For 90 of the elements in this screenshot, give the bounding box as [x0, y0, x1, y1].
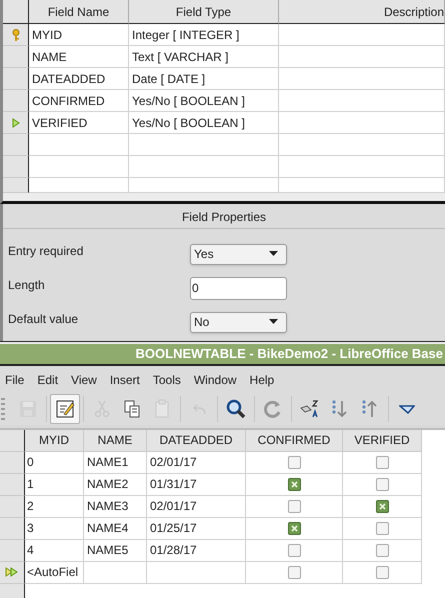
- checkbox[interactable]: [376, 566, 388, 579]
- column-header[interactable]: VERIFIED: [343, 430, 422, 452]
- row-header[interactable]: [0, 452, 25, 474]
- checkbox[interactable]: [376, 478, 388, 491]
- menu-item[interactable]: File: [5, 370, 24, 389]
- column-header[interactable]: CONFIRMED: [246, 430, 343, 452]
- row-header[interactable]: [3, 112, 29, 134]
- row-header[interactable]: [3, 90, 29, 112]
- corner-header: [0, 430, 25, 452]
- property-label: Entry required: [8, 243, 84, 260]
- row-header[interactable]: [0, 584, 25, 598]
- row-header[interactable]: [0, 540, 25, 562]
- cross-mark-icon: [290, 480, 298, 488]
- checkbox[interactable]: [288, 522, 300, 535]
- cross-mark-icon: [378, 502, 386, 510]
- edit-button[interactable]: [50, 394, 80, 424]
- table-cell: CONFIRMED: [29, 90, 129, 112]
- table-cell: Integer [ INTEGER ]: [129, 24, 279, 46]
- table-cell: 02/01/17: [147, 496, 246, 518]
- checkbox[interactable]: [376, 500, 388, 513]
- dropdown-arrow-icon: [269, 251, 278, 258]
- checkbox[interactable]: [288, 456, 300, 469]
- table-cell: Text [ VARCHAR ]: [129, 46, 279, 68]
- column-header[interactable]: DATEADDED: [147, 430, 246, 452]
- row-header[interactable]: [0, 562, 25, 584]
- table-cell: NAME1: [84, 452, 147, 474]
- table-cell: 2: [25, 496, 84, 518]
- property-label: Default value: [8, 311, 80, 328]
- table-cell: 01/31/17: [147, 474, 246, 496]
- table-cell: 3: [25, 518, 84, 540]
- cross-mark-icon: [290, 524, 298, 532]
- menu-item[interactable]: Window: [194, 370, 237, 389]
- input-field[interactable]: 0: [190, 276, 287, 300]
- window-title: BOOLNEWTABLE - BikeDemo2 - LibreOffice Base: [136, 345, 443, 364]
- section-title: Field Properties: [182, 208, 266, 226]
- row-header[interactable]: [0, 496, 25, 518]
- column-header[interactable]: Field Name: [29, 0, 129, 24]
- column-header[interactable]: Field Type: [129, 0, 279, 24]
- horizontal-scrollbar[interactable]: [0, 193, 445, 204]
- table-cell: MYID: [29, 24, 129, 46]
- table-cell: Yes/No [ BOOLEAN ]: [129, 90, 279, 112]
- table-cell: NAME: [29, 46, 129, 68]
- menu-item[interactable]: Edit: [37, 370, 58, 389]
- edit-icon: [54, 398, 76, 420]
- table-cell: 01/28/17: [147, 540, 246, 562]
- checkbox[interactable]: [376, 522, 388, 535]
- dropdown[interactable]: No: [190, 312, 287, 333]
- checkbox[interactable]: [376, 456, 388, 469]
- menu-item[interactable]: Help: [250, 370, 274, 389]
- menu-item[interactable]: Tools: [152, 370, 181, 389]
- menu-item[interactable]: Insert: [110, 370, 140, 389]
- row-header[interactable]: [3, 178, 29, 193]
- row-header[interactable]: [0, 518, 25, 540]
- table-cell: DATEADDED: [29, 68, 129, 90]
- dropdown[interactable]: Yes: [190, 244, 287, 265]
- table-cell: Yes/No [ BOOLEAN ]: [129, 112, 279, 134]
- row-header[interactable]: [0, 474, 25, 496]
- column-header[interactable]: MYID: [25, 430, 84, 452]
- checkbox[interactable]: [288, 500, 300, 513]
- table-cell: NAME2: [84, 474, 147, 496]
- checkbox[interactable]: [376, 544, 388, 557]
- table-cell: 0: [25, 452, 84, 474]
- corner-header: [3, 0, 29, 24]
- table-cell: NAME4: [84, 518, 147, 540]
- table-cell: NAME3: [84, 496, 147, 518]
- row-header[interactable]: [3, 68, 29, 90]
- table-cell: [84, 562, 147, 584]
- table-cell: 01/25/17: [147, 518, 246, 540]
- table-cell: 1: [25, 474, 84, 496]
- column-header[interactable]: Description: [279, 0, 445, 24]
- property-label: Length: [8, 277, 46, 294]
- checkbox[interactable]: [288, 478, 300, 491]
- table-cell: 02/01/17: [147, 452, 246, 474]
- toolbar-grip-icon[interactable]: [1, 397, 5, 422]
- row-header[interactable]: [3, 46, 29, 68]
- table-cell: <AutoFiel: [25, 562, 84, 584]
- row-header[interactable]: [3, 24, 29, 46]
- search-icon: [225, 398, 247, 420]
- table-cell: Date [ DATE ]: [129, 68, 279, 90]
- filter-icon: [399, 404, 415, 414]
- table-cell: NAME5: [84, 540, 147, 562]
- dropdown-arrow-icon: [269, 319, 278, 326]
- checkbox[interactable]: [288, 566, 300, 579]
- row-header[interactable]: [3, 156, 29, 178]
- row-header[interactable]: [3, 134, 29, 156]
- table-cell: 4: [25, 540, 84, 562]
- table-cell: VERIFIED: [29, 112, 129, 134]
- column-header[interactable]: NAME: [84, 430, 147, 452]
- menu-item[interactable]: View: [71, 370, 97, 389]
- checkbox[interactable]: [288, 544, 300, 557]
